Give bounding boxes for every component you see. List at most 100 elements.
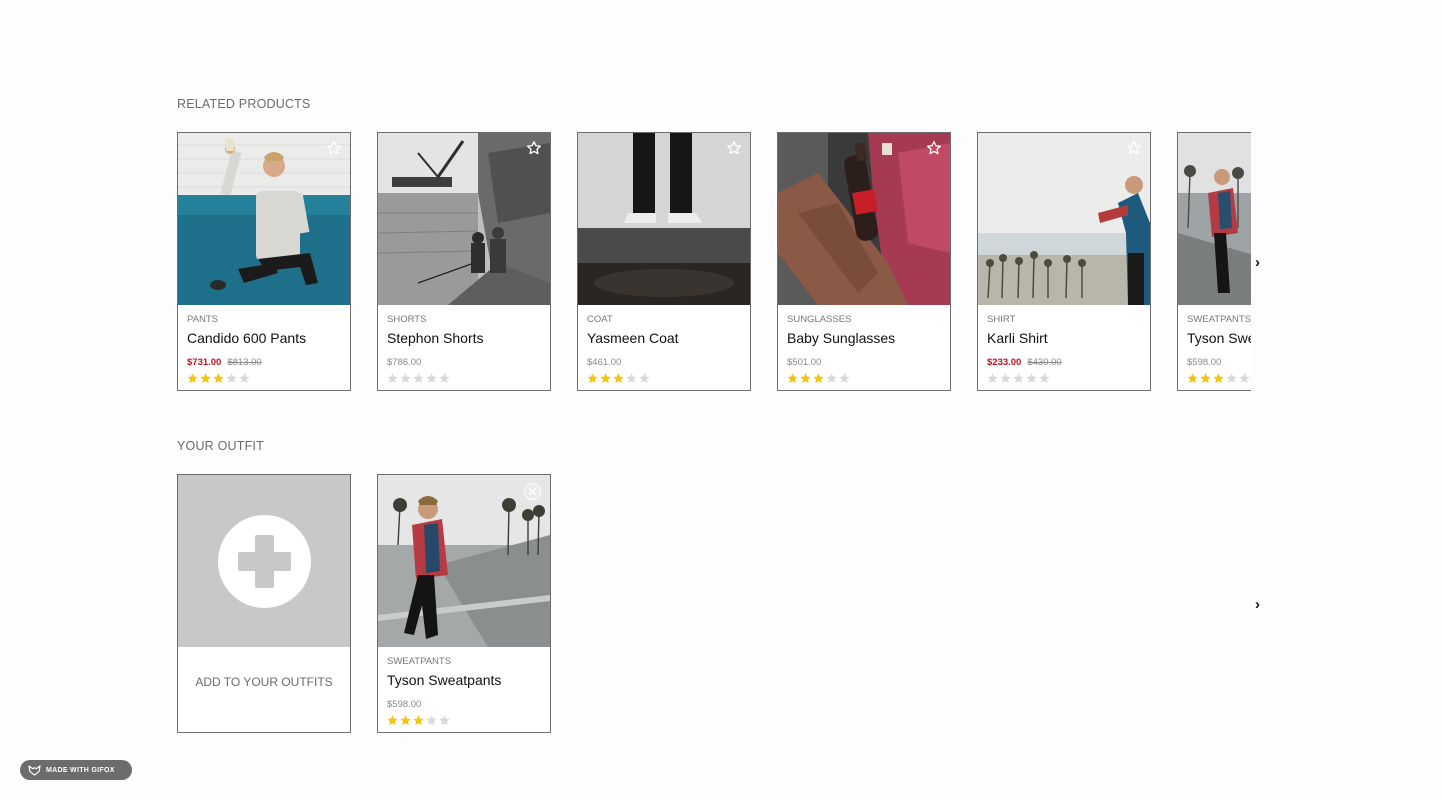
- gifox-badge-text: MADE WITH GIFOX: [46, 766, 115, 774]
- product-name: Tyson Sweatpants: [1187, 330, 1251, 346]
- star-filled-icon: [813, 373, 824, 384]
- product-name: Karli Shirt: [987, 330, 1048, 346]
- star-rating: [1186, 372, 1251, 385]
- product-card[interactable]: PANTS Candido 600 Pants $731.00 $813.00: [177, 132, 351, 391]
- related-products-title: RELATED PRODUCTS: [177, 97, 311, 111]
- product-price: $461.00: [587, 357, 622, 368]
- product-image: [378, 133, 550, 305]
- product-image: [1178, 133, 1251, 305]
- your-outfit-title: YOUR OUTFIT: [177, 439, 264, 453]
- star-empty-icon: [826, 373, 837, 384]
- product-name: Stephon Shorts: [387, 330, 484, 346]
- star-empty-icon: [1000, 373, 1011, 384]
- product-image: [578, 133, 750, 305]
- favorite-star-icon[interactable]: [726, 140, 742, 156]
- star-rating: [586, 372, 651, 385]
- star-empty-icon: [426, 715, 437, 726]
- star-filled-icon: [587, 373, 598, 384]
- star-rating: [186, 372, 251, 385]
- product-category: SHORTS: [387, 314, 427, 325]
- carousel-next-arrow[interactable]: ›: [1255, 254, 1260, 271]
- star-empty-icon: [1239, 373, 1250, 384]
- star-empty-icon: [413, 373, 424, 384]
- star-empty-icon: [226, 373, 237, 384]
- product-image: [778, 133, 950, 305]
- star-empty-icon: [439, 373, 450, 384]
- product-price: $501.00: [787, 357, 822, 368]
- product-card[interactable]: SWEATPANTS Tyson Sweatpants $598.00: [1177, 132, 1251, 391]
- original-price: $430.00: [1027, 357, 1062, 368]
- star-empty-icon: [839, 373, 850, 384]
- product-card[interactable]: SUNGLASSES Baby Sunglasses $501.00: [777, 132, 951, 391]
- product-name: Candido 600 Pants: [187, 330, 307, 346]
- favorite-star-icon[interactable]: [326, 140, 342, 156]
- outfit-next-arrow[interactable]: ›: [1255, 596, 1260, 613]
- star-filled-icon: [187, 373, 198, 384]
- star-empty-icon: [639, 373, 650, 384]
- product-name: Baby Sunglasses: [787, 330, 896, 346]
- star-rating: [986, 372, 1051, 385]
- remove-close-icon[interactable]: [524, 483, 541, 500]
- product-category: SHIRT: [987, 314, 1016, 325]
- star-filled-icon: [213, 373, 224, 384]
- product-image: [178, 133, 350, 305]
- product-card[interactable]: SHIRT Karli Shirt $233.00 $430.00: [977, 132, 1151, 391]
- product-category: SWEATPANTS: [387, 656, 452, 667]
- star-empty-icon: [987, 373, 998, 384]
- star-filled-icon: [400, 715, 411, 726]
- product-price: $233.00 $430.00: [987, 357, 1062, 368]
- star-filled-icon: [387, 715, 398, 726]
- outfit-product-card[interactable]: SWEATPANTS Tyson Sweatpants $598.00: [377, 474, 551, 733]
- product-price: $598.00: [387, 699, 422, 710]
- star-filled-icon: [600, 373, 611, 384]
- original-price: $813.00: [227, 357, 262, 368]
- add-to-outfit-area[interactable]: [178, 475, 350, 647]
- product-price: $598.00: [1187, 357, 1222, 368]
- product-card[interactable]: SHORTS Stephon Shorts $786.00: [377, 132, 551, 391]
- star-filled-icon: [413, 715, 424, 726]
- product-price: $786.00: [387, 357, 422, 368]
- favorite-star-icon[interactable]: [926, 140, 942, 156]
- product-category: SUNGLASSES: [787, 314, 852, 325]
- star-filled-icon: [1187, 373, 1198, 384]
- star-empty-icon: [1013, 373, 1024, 384]
- product-category: COAT: [587, 314, 613, 325]
- product-image: [978, 133, 1150, 305]
- star-empty-icon: [626, 373, 637, 384]
- star-empty-icon: [239, 373, 250, 384]
- product-category: PANTS: [187, 314, 218, 325]
- plus-icon[interactable]: [217, 514, 311, 608]
- star-rating: [386, 372, 451, 385]
- star-filled-icon: [1213, 373, 1224, 384]
- star-filled-icon: [200, 373, 211, 384]
- favorite-star-icon[interactable]: [526, 140, 542, 156]
- fox-logo-icon: [28, 764, 41, 776]
- product-price: $731.00 $813.00: [187, 357, 262, 368]
- product-category: SWEATPANTS: [1187, 314, 1251, 325]
- star-empty-icon: [1039, 373, 1050, 384]
- star-rating: [386, 714, 451, 727]
- your-outfit-carousel: ADD TO YOUR OUTFITS SWEATPANTS Tyson Swe…: [177, 474, 1251, 734]
- add-to-outfit-card[interactable]: ADD TO YOUR OUTFITS: [177, 474, 351, 733]
- favorite-star-icon[interactable]: [1126, 140, 1142, 156]
- star-filled-icon: [1200, 373, 1211, 384]
- add-to-outfit-label: ADD TO YOUR OUTFITS: [195, 675, 333, 689]
- related-products-carousel: PANTS Candido 600 Pants $731.00 $813.00: [177, 132, 1251, 392]
- gifox-badge: MADE WITH GIFOX: [20, 760, 132, 780]
- sale-price: $731.00: [187, 357, 222, 368]
- star-rating: [786, 372, 851, 385]
- star-empty-icon: [1226, 373, 1237, 384]
- product-image: [378, 475, 550, 647]
- star-filled-icon: [800, 373, 811, 384]
- product-card[interactable]: COAT Yasmeen Coat $461.00: [577, 132, 751, 391]
- star-empty-icon: [426, 373, 437, 384]
- product-name: Tyson Sweatpants: [387, 672, 502, 688]
- star-empty-icon: [400, 373, 411, 384]
- star-filled-icon: [787, 373, 798, 384]
- star-empty-icon: [1026, 373, 1037, 384]
- product-name: Yasmeen Coat: [587, 330, 679, 346]
- star-filled-icon: [613, 373, 624, 384]
- star-empty-icon: [439, 715, 450, 726]
- sale-price: $233.00: [987, 357, 1022, 368]
- star-empty-icon: [387, 373, 398, 384]
